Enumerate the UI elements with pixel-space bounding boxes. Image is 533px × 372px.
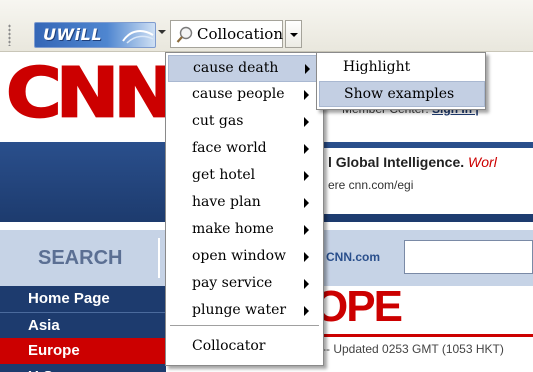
menu-item-collocator[interactable]: Collocator: [168, 334, 321, 361]
submenu-arrow-icon: [304, 306, 309, 316]
menu-item-label: cause people: [192, 86, 285, 102]
submenu-arrow-icon: [304, 144, 309, 154]
collocation-label: Collocation: [197, 25, 283, 43]
submenu-arrow-icon: [304, 225, 309, 235]
menu-item-have-plan[interactable]: have plan: [168, 190, 321, 217]
submenu-item-label: Highlight: [343, 59, 411, 75]
submenu-item-label: Show examples: [344, 86, 455, 102]
menu-item-plunge-water[interactable]: plunge water: [168, 298, 321, 325]
menu-item-label: pay service: [192, 275, 273, 291]
brand-swoosh-icon: [122, 30, 154, 44]
cnncom-option[interactable]: CNN.com: [326, 250, 380, 264]
brand-dropdown-arrow-icon[interactable]: [158, 30, 166, 34]
menu-item-pay-service[interactable]: pay service: [168, 271, 321, 298]
submenu-item-show-examples[interactable]: Show examples: [319, 81, 485, 107]
magnifier-icon: [176, 26, 193, 43]
menu-item-label: have plan: [192, 194, 261, 210]
menu-item-label: open window: [192, 248, 286, 264]
submenu-arrow-icon: [304, 171, 309, 181]
search-divider: [158, 238, 160, 278]
menu-item-label: plunge water: [192, 302, 287, 318]
menu-item-label: cut gas: [192, 113, 244, 129]
menu-item-label: get hotel: [192, 167, 256, 183]
menu-item-cut-gas[interactable]: cut gas: [168, 109, 321, 136]
nav-item-us[interactable]: U.S.: [0, 364, 166, 372]
search-label: SEARCH: [38, 247, 123, 269]
section-heading: OPE: [314, 282, 403, 331]
chevron-down-icon: [290, 33, 298, 37]
menu-item-cause-death[interactable]: cause death: [168, 55, 321, 82]
updated-timestamp: -- Updated 0253 GMT (1053 HKT): [322, 342, 504, 356]
site-search-input[interactable]: [404, 240, 533, 274]
submenu-item-highlight[interactable]: Highlight: [319, 55, 485, 81]
submenu-arrow-icon: [305, 64, 310, 74]
nav-item-home-page[interactable]: Home Page: [0, 286, 166, 312]
menu-item-label: cause death: [193, 60, 279, 76]
submenu-arrow-icon: [304, 117, 309, 127]
submenu-arrow-icon: [304, 90, 309, 100]
promo-headline-text: l Global Intelligence.: [328, 154, 465, 170]
collocation-button[interactable]: Collocation: [170, 20, 283, 48]
promo-headline-tail: Worl: [468, 154, 497, 170]
menu-item-label: face world: [192, 140, 267, 156]
collocation-dropdown-button[interactable]: [285, 20, 302, 48]
cause-death-submenu: Highlight Show examples: [316, 52, 486, 110]
collocation-menu: cause death cause people cut gas face wo…: [165, 52, 324, 366]
uwill-toolbar: UWiLL Collocation: [0, 0, 533, 52]
submenu-arrow-icon: [304, 279, 309, 289]
toolbar-grip-handle[interactable]: [8, 24, 11, 46]
menu-item-label: make home: [192, 221, 274, 237]
uwill-brand-button[interactable]: UWiLL: [34, 22, 156, 48]
promo-banner[interactable]: l Global Intelligence. Worl ere cnn.com/…: [320, 148, 533, 214]
cnn-logo[interactable]: CNN: [5, 52, 178, 133]
menu-item-label: Collocator: [192, 338, 266, 354]
section-divider: [300, 334, 533, 337]
menu-item-open-window[interactable]: open window: [168, 244, 321, 271]
submenu-arrow-icon: [304, 252, 309, 262]
uwill-brand-label: UWiLL: [43, 25, 103, 44]
nav-item-europe[interactable]: Europe: [0, 338, 166, 364]
menu-separator: [170, 325, 319, 326]
submenu-arrow-icon: [304, 198, 309, 208]
menu-item-cause-people[interactable]: cause people: [168, 82, 321, 109]
promo-subtext: ere cnn.com/egi: [328, 178, 414, 192]
menu-item-make-home[interactable]: make home: [168, 217, 321, 244]
menu-item-get-hotel[interactable]: get hotel: [168, 163, 321, 190]
menu-item-face-world[interactable]: face world: [168, 136, 321, 163]
left-navigation: Home Page Asia Europe U.S.: [0, 286, 166, 372]
promo-headline: l Global Intelligence. Worl: [328, 154, 497, 170]
nav-item-asia[interactable]: Asia: [0, 312, 166, 338]
